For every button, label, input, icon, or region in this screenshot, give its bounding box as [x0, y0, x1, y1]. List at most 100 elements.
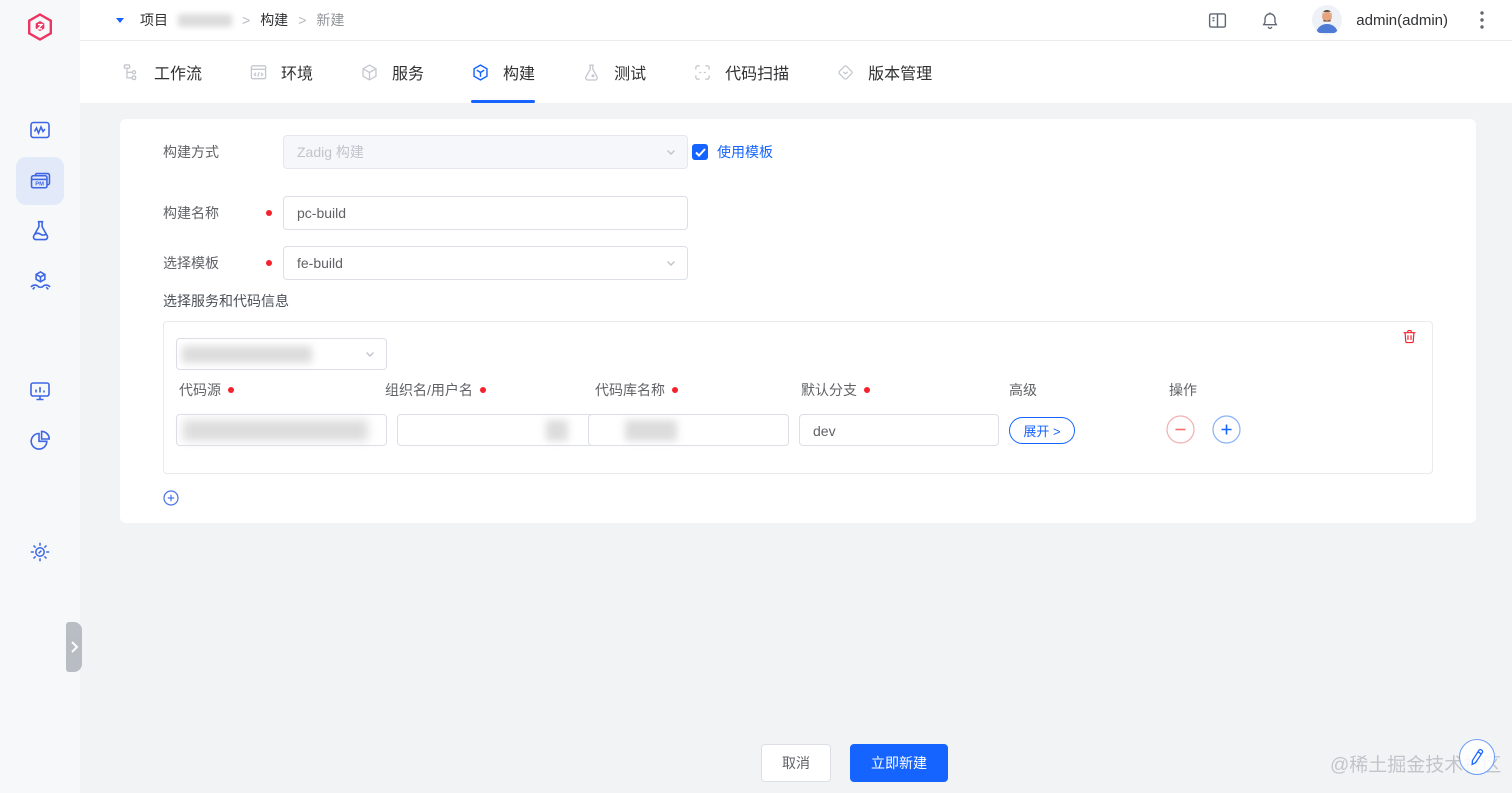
- build-method-label: 构建方式: [163, 144, 219, 160]
- tab-environment[interactable]: 环境: [249, 41, 313, 103]
- col-code-source: 代码源: [179, 380, 234, 400]
- sidebar-item-tests[interactable]: [16, 206, 64, 254]
- workflow-icon: [122, 63, 141, 82]
- projects-icon: PM: [30, 172, 50, 189]
- tab-code-scan[interactable]: 代码扫描: [693, 41, 789, 103]
- redacted-repo-name: [625, 420, 677, 441]
- trash-icon: [1403, 329, 1416, 344]
- tab-workflow[interactable]: 工作流: [122, 41, 202, 103]
- zadig-logo-icon[interactable]: [25, 12, 55, 42]
- redacted-service-name: [182, 346, 312, 363]
- service-cube-icon: [360, 63, 379, 82]
- branch-field: [799, 414, 999, 447]
- minus-circle-icon: [1166, 415, 1195, 444]
- sidebar-item-dashboard[interactable]: [16, 106, 64, 154]
- avatar: [1312, 5, 1343, 35]
- breadcrumb-separator: >: [242, 12, 251, 28]
- breadcrumb-build[interactable]: 构建: [260, 10, 288, 30]
- required-dot: [266, 210, 272, 216]
- add-service-button[interactable]: [163, 490, 179, 506]
- build-name-input[interactable]: [284, 197, 687, 229]
- redacted-code-source: [183, 420, 368, 441]
- col-default-branch: 默认分支: [801, 380, 870, 400]
- build-name-field: [283, 196, 688, 230]
- sidebar: PM: [0, 0, 82, 793]
- chevron-right-icon: [71, 641, 79, 653]
- sidebar-item-settings[interactable]: [16, 528, 64, 576]
- required-dot: [864, 387, 870, 393]
- delete-service-button[interactable]: [1401, 328, 1418, 345]
- tab-label: 测试: [614, 66, 647, 83]
- pen-icon: [1471, 748, 1484, 766]
- use-template-checkbox[interactable]: [692, 144, 708, 160]
- check-icon: [694, 147, 706, 157]
- build-form-card: 构建方式 Zadig 构建 使用模板 构建名称 选择模板 fe-build 选择…: [120, 119, 1476, 523]
- col-org-user: 组织名/用户名: [385, 380, 486, 400]
- chevron-down-icon: [364, 348, 376, 360]
- required-dot: [672, 387, 678, 393]
- breadcrumb-projects[interactable]: 项目: [140, 10, 168, 30]
- topbar: 项目 > 构建 > 新建 admin(admin): [80, 0, 1512, 41]
- username-label: admin(admin): [1356, 11, 1448, 29]
- sidebar-item-insights[interactable]: [16, 367, 64, 415]
- expand-advanced-button[interactable]: 展开 >: [1009, 417, 1075, 444]
- cancel-button[interactable]: 取消: [761, 744, 831, 782]
- code-source-select[interactable]: [176, 414, 387, 446]
- sidebar-collapse-handle[interactable]: [66, 622, 82, 672]
- environment-icon: [249, 63, 268, 82]
- flask-icon: [32, 220, 48, 240]
- project-switcher-caret-icon[interactable]: [114, 14, 126, 26]
- tab-label: 环境: [281, 66, 314, 83]
- col-advanced: 高级: [1009, 382, 1037, 398]
- gear-icon: [30, 542, 50, 562]
- dashboard-icon: [30, 121, 50, 139]
- repo-name-input[interactable]: [588, 414, 789, 446]
- service-code-section-title: 选择服务和代码信息: [163, 293, 289, 309]
- breadcrumb: 项目 > 构建 > 新建: [140, 10, 344, 30]
- remove-repo-button[interactable]: [1166, 415, 1195, 444]
- pie-chart-icon: [30, 430, 51, 450]
- tab-label: 工作流: [154, 66, 203, 83]
- topbar-actions: admin(admin): [1207, 5, 1484, 35]
- main-content: 构建方式 Zadig 构建 使用模板 构建名称 选择模板 fe-build 选择…: [80, 103, 1512, 793]
- col-repo-name: 代码库名称: [595, 380, 678, 400]
- tab-label: 版本管理: [868, 66, 933, 83]
- bell-icon[interactable]: [1260, 10, 1280, 31]
- user-menu[interactable]: admin(admin): [1312, 5, 1448, 35]
- tab-label: 构建: [503, 66, 536, 83]
- build-method-select: Zadig 构建: [283, 135, 688, 169]
- sidebar-item-delivery[interactable]: [16, 257, 64, 305]
- tab-test[interactable]: 测试: [582, 41, 646, 103]
- default-branch-input[interactable]: [800, 415, 998, 447]
- org-user-input[interactable]: [397, 414, 597, 446]
- add-repo-button[interactable]: [1212, 415, 1241, 444]
- col-operations: 操作: [1169, 382, 1197, 398]
- template-label: 选择模板: [163, 255, 219, 271]
- build-icon: [471, 63, 490, 82]
- insights-icon: [30, 382, 50, 401]
- feedback-pen-button[interactable]: [1459, 739, 1495, 775]
- sidebar-item-statistics[interactable]: [16, 417, 64, 465]
- submit-button[interactable]: 立即新建: [850, 744, 948, 782]
- sidebar-item-projects[interactable]: PM: [16, 157, 64, 205]
- required-dot: [228, 387, 234, 393]
- svg-text:PM: PM: [35, 181, 44, 187]
- plus-circle-icon: [1212, 415, 1241, 444]
- required-dot: [266, 260, 272, 266]
- service-repo-box: 代码源 组织名/用户名 代码库名称 默认分支 高级 操作 展开 >: [163, 321, 1433, 474]
- tab-build[interactable]: 构建: [471, 41, 536, 103]
- use-template-label[interactable]: 使用模板: [717, 144, 773, 160]
- redacted-org-user: [546, 420, 568, 441]
- more-vertical-icon[interactable]: [1480, 11, 1484, 29]
- breadcrumb-separator: >: [298, 12, 307, 28]
- tab-version[interactable]: 版本管理: [836, 41, 932, 103]
- service-name-select[interactable]: [176, 338, 387, 370]
- tab-service[interactable]: 服务: [360, 41, 424, 103]
- tab-label: 服务: [392, 66, 425, 83]
- delivery-icon: [29, 270, 51, 290]
- version-icon: [836, 63, 855, 82]
- chevron-down-icon: [665, 146, 677, 158]
- redacted-project-name: [178, 13, 232, 27]
- docs-icon[interactable]: [1207, 10, 1228, 31]
- template-select[interactable]: fe-build: [283, 246, 688, 280]
